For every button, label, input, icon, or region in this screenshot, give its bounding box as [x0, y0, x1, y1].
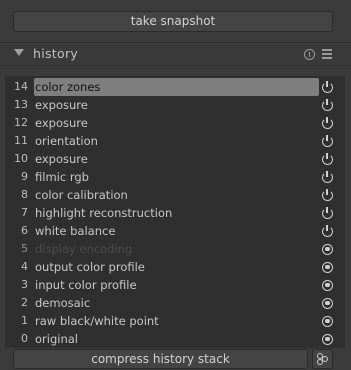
history-item[interactable]: 14 color zones: [5, 78, 345, 96]
history-item[interactable]: 5 display encoding: [5, 240, 345, 258]
history-item-label: display encoding: [35, 242, 133, 256]
history-module-header[interactable]: history: [0, 42, 351, 66]
history-item-number: 5: [21, 242, 28, 255]
history-item[interactable]: 4 output color profile: [5, 258, 345, 276]
module-on-icon: [322, 134, 333, 147]
history-item-number: 14: [14, 80, 28, 93]
always-on-icon: [322, 315, 333, 327]
history-item[interactable]: 9 filmic rgb: [5, 168, 345, 186]
history-item[interactable]: 10 exposure: [5, 150, 345, 168]
history-item[interactable]: 6 white balance: [5, 222, 345, 240]
history-item[interactable]: 13 exposure: [5, 96, 345, 114]
history-item[interactable]: 3 input color profile: [5, 276, 345, 294]
history-item-number: 2: [21, 296, 28, 309]
history-item[interactable]: 2 demosaic: [5, 294, 345, 312]
module-on-icon: [322, 116, 333, 129]
history-item-number: 7: [21, 206, 28, 219]
history-panel: take snapshot history 14 color zones 13 exp…: [0, 0, 351, 370]
history-item-number: 1: [21, 314, 28, 327]
history-item-label: exposure: [35, 98, 88, 112]
history-item[interactable]: 11 orientation: [5, 132, 345, 150]
history-item-number: 13: [14, 98, 28, 111]
module-title: history: [33, 46, 79, 61]
module-on-icon: [322, 80, 333, 93]
reset-icon[interactable]: [304, 49, 315, 60]
take-snapshot-button[interactable]: take snapshot: [13, 11, 333, 32]
history-item-label: raw black/white point: [35, 314, 159, 328]
history-item-label: color calibration: [35, 188, 128, 202]
history-item-number: 6: [21, 224, 28, 237]
history-item-label: filmic rgb: [35, 170, 89, 184]
module-on-icon: [322, 152, 333, 165]
history-list: 14 color zones 13 exposure 12 exposure 11 orien…: [5, 76, 345, 348]
history-item[interactable]: 8 color calibration: [5, 186, 345, 204]
always-on-icon: [322, 297, 333, 309]
module-on-icon: [322, 188, 333, 201]
history-item-label: color zones: [34, 78, 319, 96]
history-item-number: 3: [21, 278, 28, 291]
always-on-icon: [322, 279, 333, 291]
history-item-number: 12: [14, 116, 28, 129]
history-item-label: output color profile: [35, 260, 145, 274]
history-item-number: 4: [21, 260, 28, 273]
history-item[interactable]: 0 original: [5, 330, 345, 348]
history-item-label: white balance: [35, 224, 116, 238]
history-item-label: original: [35, 332, 78, 346]
history-item-number: 8: [21, 188, 28, 201]
module-on-icon: [322, 206, 333, 219]
history-item-number: 10: [14, 152, 28, 165]
presets-icon[interactable]: [322, 49, 332, 60]
module-on-icon: [322, 170, 333, 183]
module-on-icon: [322, 98, 333, 111]
history-item[interactable]: 12 exposure: [5, 114, 345, 132]
history-item-label: exposure: [35, 152, 88, 166]
compress-history-button[interactable]: compress history stack: [13, 349, 308, 369]
history-item-number: 9: [21, 170, 28, 183]
always-on-icon: [322, 243, 333, 255]
collapse-arrow-icon[interactable]: [14, 49, 24, 56]
always-on-icon: [322, 333, 333, 345]
history-item[interactable]: 1 raw black/white point: [5, 312, 345, 330]
history-item[interactable]: 7 highlight reconstruction: [5, 204, 345, 222]
history-item-number: 11: [14, 134, 28, 147]
history-item-label: highlight reconstruction: [35, 206, 173, 220]
history-item-label: orientation: [35, 134, 98, 148]
history-item-number: 0: [21, 332, 28, 345]
history-item-label: demosaic: [35, 296, 91, 310]
history-item-label: input color profile: [35, 278, 137, 292]
module-on-icon: [322, 224, 333, 237]
always-on-icon: [322, 261, 333, 273]
history-item-label: exposure: [35, 116, 88, 130]
truncate-icon[interactable]: [312, 349, 333, 369]
